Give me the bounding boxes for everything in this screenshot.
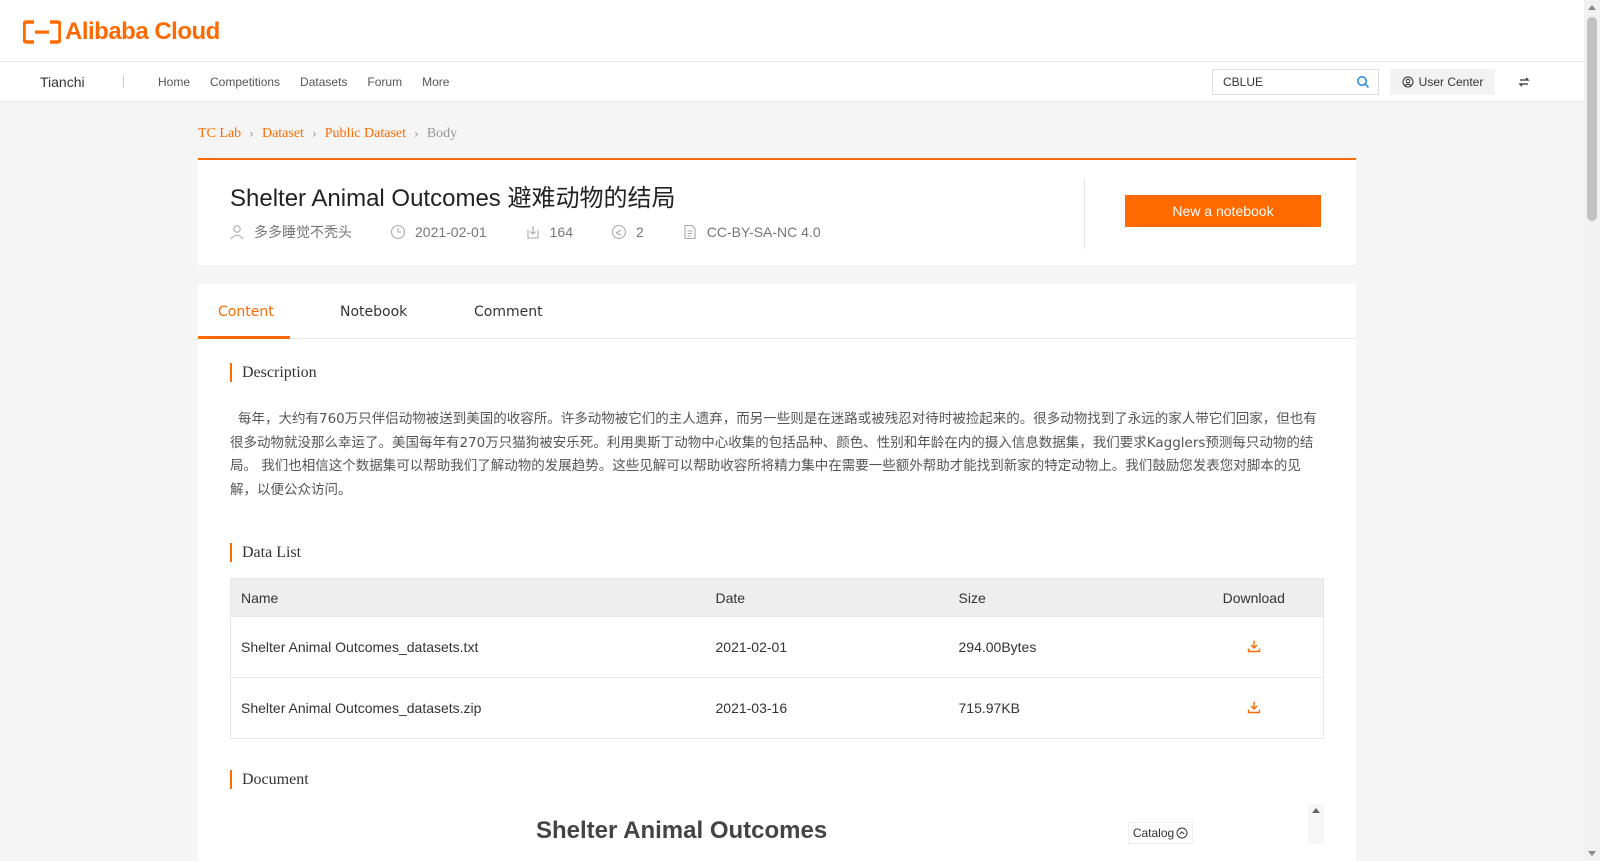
nav-link-forum[interactable]: Forum [367,75,402,89]
search-input[interactable] [1213,70,1353,94]
file-size: 715.97KB [948,677,1185,739]
header-download: Download [1184,578,1324,617]
document-scrollbar[interactable] [1308,804,1324,844]
download-icon[interactable] [1247,700,1261,714]
meta-license: CC-BY-SA-NC 4.0 [682,224,821,240]
breadcrumb: TC Lab › Dataset › Public Dataset › Body [198,126,457,142]
dataset-header-card: Shelter Animal Outcomes 避难动物的结局 多多睡觉不秃头 … [198,158,1356,265]
tab-content[interactable]: Content [218,304,274,320]
nav-links: Home Competitions Datasets Forum More [158,75,469,89]
nav-brand-tianchi[interactable]: Tianchi [40,74,85,90]
header-date: Date [705,578,949,617]
nav-link-datasets[interactable]: Datasets [300,75,347,89]
author-name[interactable]: 多多睡觉不秃头 [254,222,352,242]
scroll-down-arrow-icon[interactable] [1588,851,1596,856]
alibaba-logo-icon [23,20,61,44]
nav-divider [123,75,124,88]
table-row: Shelter Animal Outcomes_datasets.zip 202… [230,677,1324,739]
user-circle-icon [1402,76,1414,88]
download-icon[interactable] [1247,639,1261,653]
alibaba-cloud-logo[interactable]: Alibaba Cloud [23,18,220,46]
download-cell [1184,616,1324,678]
header-size: Size [948,578,1185,617]
file-name: Shelter Animal Outcomes_datasets.txt [230,616,706,678]
nav-link-competitions[interactable]: Competitions [210,75,280,89]
active-tab-indicator [198,336,290,339]
meta-date: 2021-02-01 [390,224,487,240]
document-heading: Document [230,770,309,789]
catalog-button[interactable]: Catalog [1128,822,1193,844]
brand-bar: Alibaba Cloud [0,0,1584,62]
search-icon[interactable] [1356,75,1370,89]
description-heading: Description [230,363,317,382]
nav-link-more[interactable]: More [422,75,449,89]
breadcrumb-tc-lab[interactable]: TC Lab [198,126,241,142]
share-icon [611,224,627,240]
tab-notebook[interactable]: Notebook [340,304,407,320]
nav-bar: Tianchi Home Competitions Datasets Forum… [0,62,1584,102]
chevron-up-circle-icon [1176,827,1188,839]
header-divider [1084,178,1085,249]
description-text: 每年，大约有760万只伴侣动物被送到美国的收容所。许多动物被它们的主人遗弃，而另… [230,411,1317,498]
switch-icon[interactable] [1517,75,1531,89]
clock-icon [390,224,406,240]
file-date: 2021-02-01 [705,616,949,678]
file-size: 294.00Bytes [948,616,1185,678]
breadcrumb-current: Body [426,126,458,141]
license-text: CC-BY-SA-NC 4.0 [706,224,821,240]
download-count-icon [527,226,539,239]
file-date: 2021-03-16 [705,677,949,739]
header-name: Name [230,578,706,617]
data-list-table: Name Date Size Download Shelter Animal O… [230,578,1324,739]
logo-text: Alibaba Cloud [65,18,220,45]
publish-date: 2021-02-01 [415,224,487,240]
search-box [1212,69,1379,95]
dataset-meta: 多多睡觉不秃头 2021-02-01 164 2 CC-BY-SA-NC 4.0 [229,222,859,242]
document-icon [684,224,696,240]
file-name: Shelter Animal Outcomes_datasets.zip [230,677,706,739]
tab-comment[interactable]: Comment [474,304,543,320]
user-center-label: User Center [1418,75,1484,89]
nav-link-home[interactable]: Home [158,75,190,89]
data-list-heading: Data List [230,543,301,562]
document-title: Shelter Animal Outcomes [536,817,828,844]
meta-shares: 2 [611,224,644,240]
chevron-right-icon: › [249,127,254,141]
page-title: Shelter Animal Outcomes 避难动物的结局 [230,185,676,212]
meta-author: 多多睡觉不秃头 [229,222,352,242]
download-cell [1184,677,1324,739]
scroll-up-arrow-icon[interactable] [1312,808,1320,813]
breadcrumb-public-dataset[interactable]: Public Dataset [325,126,406,142]
breadcrumb-dataset[interactable]: Dataset [262,126,304,142]
table-row: Shelter Animal Outcomes_datasets.txt 202… [230,616,1324,678]
catalog-label: Catalog [1132,826,1175,840]
content-card: Content Notebook Comment Description 每年，… [198,284,1356,861]
page-scrollbar[interactable] [1584,0,1600,861]
user-center-button[interactable]: User Center [1390,69,1495,95]
download-count: 164 [549,224,573,240]
tab-bar: Content Notebook Comment [198,284,1356,339]
chevron-right-icon: › [311,127,317,141]
meta-downloads: 164 [525,224,573,240]
scrollbar-thumb[interactable] [1587,17,1597,221]
new-notebook-button[interactable]: New a notebook [1125,195,1321,227]
share-count: 2 [635,224,644,240]
table-header-row: Name Date Size Download [230,578,1324,617]
scroll-up-arrow-icon[interactable] [1588,5,1596,10]
chevron-right-icon: › [414,127,419,141]
user-icon [230,225,244,240]
